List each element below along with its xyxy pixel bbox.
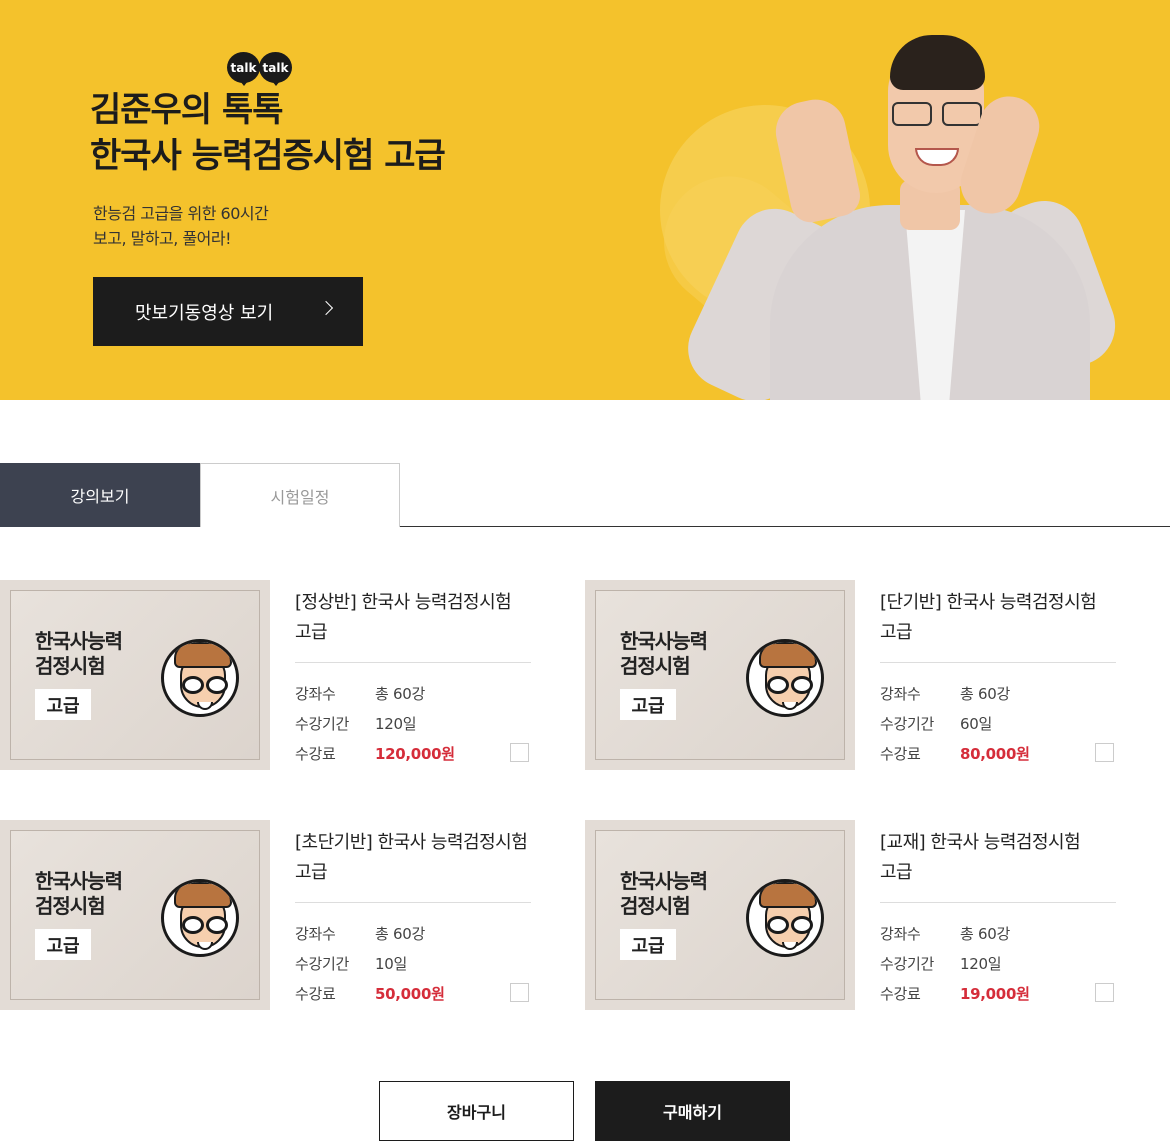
teacher-avatar-icon — [159, 869, 241, 959]
hero-subtitle-line1: 한능검 고급을 위한 60시간 — [93, 204, 269, 223]
select-checkbox[interactable] — [1095, 983, 1114, 1002]
course-info: [정상반] 한국사 능력검정시험 고급 강좌수 총 60강 수강기간 120일 수강… — [295, 588, 560, 763]
course-info: [단기반] 한국사 능력검정시험 고급 강좌수 총 60강 수강기간 60일 수강료… — [880, 588, 1145, 763]
lecture-count: 강좌수 총 60강 — [880, 685, 1010, 703]
hero-banner: talk talk 김준우의 톡톡 한국사 능력검증시험 고급 한능검 고급을 … — [0, 0, 1170, 400]
tab-lectures[interactable]: 강의보기 — [0, 463, 200, 527]
thumbnail-title: 한국사능력 검정시험 — [35, 869, 123, 918]
hero-title: 김준우의 톡톡 한국사 능력검증시험 고급 — [90, 87, 446, 179]
teacher-avatar-icon — [159, 629, 241, 719]
level-badge: 고급 — [35, 689, 91, 720]
lecture-count: 강좌수 총 60강 — [295, 685, 425, 703]
course-card: 한국사능력 검정시험 고급 [초단기반] 한국사 능력검정시험 고급 강좌수 총 … — [0, 820, 560, 1010]
tab-bar: 강의보기 시험일정 — [0, 463, 1170, 527]
preview-video-button[interactable]: 맛보기동영상 보기 — [93, 277, 363, 346]
thumbnail-title: 한국사능력 검정시험 — [35, 629, 123, 678]
course-title[interactable]: [단기반] 한국사 능력검정시험 고급 — [880, 588, 1145, 648]
level-badge: 고급 — [620, 689, 676, 720]
course-title[interactable]: [초단기반] 한국사 능력검정시험 고급 — [295, 828, 560, 888]
talk-bubble-icon: talk — [259, 52, 292, 86]
select-checkbox[interactable] — [510, 743, 529, 762]
tab-exam-schedule[interactable]: 시험일정 — [200, 463, 400, 527]
study-period: 수강기간 120일 — [295, 715, 417, 733]
course-thumbnail: 한국사능력 검정시험 고급 — [0, 580, 270, 770]
tuition: 수강료 19,000원 — [880, 985, 1030, 1003]
divider — [295, 902, 531, 903]
price: 120,000원 — [375, 745, 455, 763]
divider — [880, 662, 1116, 663]
price: 80,000원 — [960, 745, 1030, 763]
divider — [880, 902, 1116, 903]
course-info: [교재] 한국사 능력검정시험 고급 강좌수 총 60강 수강기간 120일 수강료… — [880, 828, 1145, 1003]
study-period: 수강기간 60일 — [880, 715, 992, 733]
hero-subtitle: 한능검 고급을 위한 60시간 보고, 말하고, 풀어라! — [93, 201, 269, 251]
course-title[interactable]: [교재] 한국사 능력검정시험 고급 — [880, 828, 1145, 888]
price: 50,000원 — [375, 985, 445, 1003]
tuition: 수강료 50,000원 — [295, 985, 445, 1003]
course-thumbnail: 한국사능력 검정시험 고급 — [585, 820, 855, 1010]
tuition: 수강료 120,000원 — [295, 745, 455, 763]
lecture-count: 강좌수 총 60강 — [295, 925, 425, 943]
level-badge: 고급 — [620, 929, 676, 960]
instructor-photo — [675, 30, 1130, 400]
study-period: 수강기간 10일 — [295, 955, 407, 973]
course-info: [초단기반] 한국사 능력검정시험 고급 강좌수 총 60강 수강기간 10일 수강… — [295, 828, 560, 1003]
buy-button[interactable]: 구매하기 — [595, 1081, 790, 1141]
talk-bubble-icon: talk — [227, 52, 260, 86]
divider — [295, 662, 531, 663]
hero-title-line2: 한국사 능력검증시험 고급 — [90, 136, 446, 176]
course-card: 한국사능력 검정시험 고급 [단기반] 한국사 능력검정시험 고급 강좌수 총 6… — [585, 580, 1145, 770]
lecture-count: 강좌수 총 60강 — [880, 925, 1010, 943]
hero-title-line1: 김준우의 톡톡 — [90, 90, 284, 130]
level-badge: 고급 — [35, 929, 91, 960]
course-card: 한국사능력 검정시험 고급 [교재] 한국사 능력검정시험 고급 강좌수 총 60… — [585, 820, 1145, 1010]
thumbnail-title: 한국사능력 검정시험 — [620, 629, 708, 678]
cart-button[interactable]: 장바구니 — [379, 1081, 574, 1141]
course-title[interactable]: [정상반] 한국사 능력검정시험 고급 — [295, 588, 560, 648]
thumbnail-title: 한국사능력 검정시험 — [620, 869, 708, 918]
teacher-avatar-icon — [744, 869, 826, 959]
course-thumbnail: 한국사능력 검정시험 고급 — [0, 820, 270, 1010]
course-thumbnail: 한국사능력 검정시험 고급 — [585, 580, 855, 770]
preview-video-button-label: 맛보기동영상 보기 — [135, 302, 274, 324]
select-checkbox[interactable] — [1095, 743, 1114, 762]
study-period: 수강기간 120일 — [880, 955, 1002, 973]
hero-subtitle-line2: 보고, 말하고, 풀어라! — [93, 229, 232, 248]
price: 19,000원 — [960, 985, 1030, 1003]
tuition: 수강료 80,000원 — [880, 745, 1030, 763]
chevron-right-icon — [318, 300, 334, 316]
select-checkbox[interactable] — [510, 983, 529, 1002]
course-card: 한국사능력 검정시험 고급 [정상반] 한국사 능력검정시험 고급 강좌수 총 6… — [0, 580, 560, 770]
teacher-avatar-icon — [744, 629, 826, 719]
